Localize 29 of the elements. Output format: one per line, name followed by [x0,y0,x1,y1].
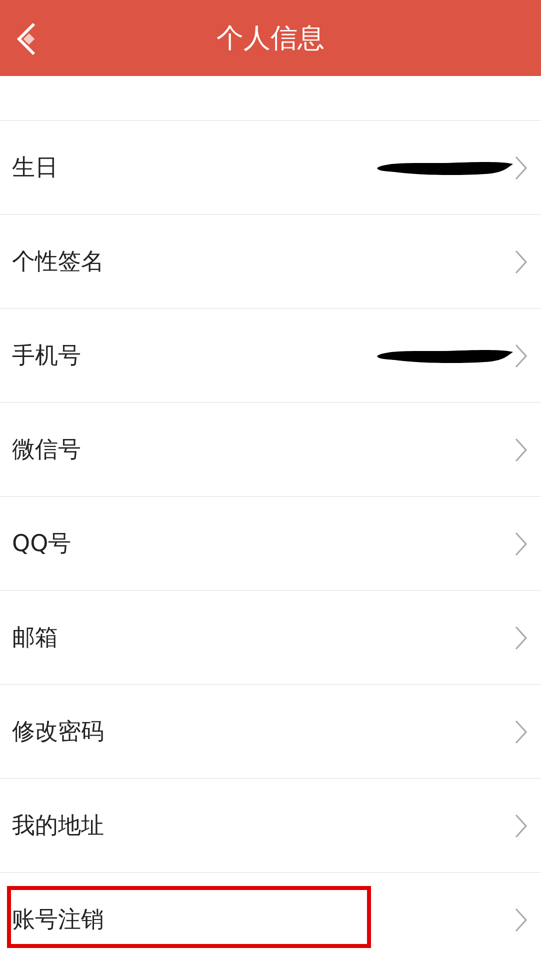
row-label: 账号注销 [12,906,105,935]
row-label: 手机号 [12,342,82,371]
row-label: 微信号 [12,436,82,465]
chevron-right-icon [515,720,527,744]
chevron-right-icon [515,532,527,556]
row-label: 个性签名 [12,248,105,277]
chevron-right-icon [515,250,527,274]
settings-row[interactable]: 生日 [0,121,541,215]
settings-row[interactable]: 个性签名 [0,215,541,309]
row-label: 我的地址 [12,812,105,841]
chevron-right-icon [515,438,527,462]
chevron-right-icon [515,156,527,180]
settings-row[interactable]: 手机号 [0,309,541,403]
chevron-right-icon [515,344,527,368]
chevron-right-icon [515,814,527,838]
back-icon[interactable] [16,22,38,56]
settings-row[interactable]: QQ号 [0,497,541,591]
row-label: 修改密码 [12,718,105,747]
settings-row[interactable]: 微信号 [0,403,541,497]
page-title: 个人信息 [216,22,324,56]
chevron-right-icon [515,908,527,932]
settings-row[interactable]: 我的地址 [0,779,541,873]
row-label: QQ号 [12,530,72,559]
row-label: 生日 [12,154,59,183]
row-label: 邮箱 [12,624,59,653]
settings-row[interactable]: 修改密码 [0,685,541,779]
settings-row[interactable]: 账号注销 [0,873,541,959]
settings-row[interactable]: 邮箱 [0,591,541,685]
chevron-right-icon [515,626,527,650]
